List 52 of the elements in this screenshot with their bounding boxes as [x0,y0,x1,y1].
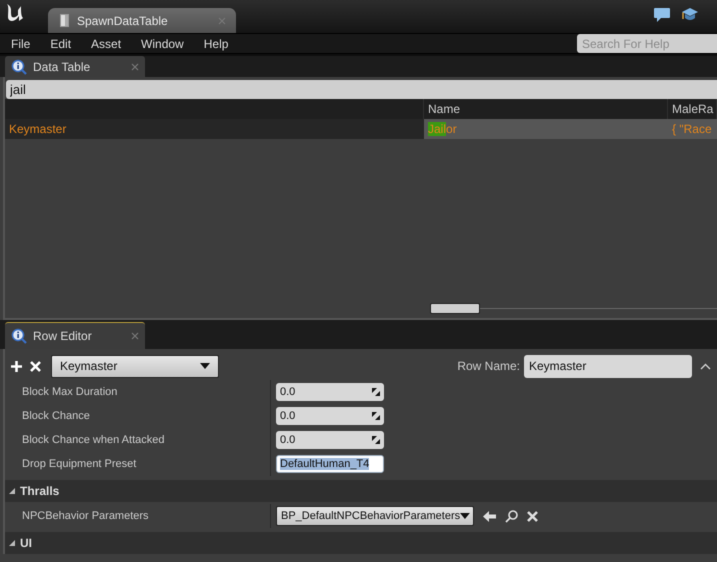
close-icon[interactable] [131,332,139,340]
number-field[interactable]: 0.0 [276,431,384,449]
document-icon [60,14,69,27]
row-name-field[interactable]: Keymaster [524,354,692,378]
table-cell: { "Race [668,119,717,139]
clear-icon[interactable] [527,510,538,522]
table-cell: Jailor [424,119,668,139]
menu-item[interactable]: Help [192,36,238,50]
menu-item[interactable]: Asset [80,36,130,50]
menu-item[interactable]: Edit [39,36,80,50]
property-label: Block Chance when Attacked [22,434,164,446]
expand-icon[interactable] [9,540,15,546]
table-cell: Keymaster [5,119,424,139]
section-header[interactable]: Thralls [20,484,60,498]
number-field[interactable]: 0.0 [276,383,384,401]
number-field[interactable]: 0.0 [276,407,384,425]
row-dropdown[interactable]: Keymaster [51,354,219,378]
column-header[interactable]: Name [424,99,668,119]
resize-icon [372,436,380,444]
info-search-icon [11,328,27,344]
filter-field[interactable]: jail [6,80,717,99]
delete-icon[interactable] [30,360,41,372]
expand-icon[interactable] [9,488,15,494]
chevron-up-icon[interactable] [700,362,711,370]
add-icon[interactable] [11,360,22,372]
arrow-left-icon[interactable] [483,510,496,522]
text-field[interactable]: DefaultHuman_T4 [276,455,384,473]
graduation-cap-icon[interactable] [681,7,699,23]
speech-bubble-icon[interactable] [653,7,671,23]
document-tab[interactable]: SpawnDataTable [48,8,236,33]
panel-tab[interactable]: Row Editor [5,322,145,349]
property-label: Block Max Duration [22,386,118,398]
resize-icon [372,412,380,420]
section-header[interactable]: UI [20,536,32,550]
close-icon[interactable] [131,62,139,70]
asset-dropdown[interactable]: BP_DefaultNPCBehaviorParameters [276,506,474,526]
menu-item[interactable]: File [0,36,40,50]
property-label: Drop Equipment Preset [22,458,136,470]
engine-logo-icon[interactable] [4,2,24,24]
info-search-icon [11,58,27,74]
panel-tab[interactable]: Data Table [5,56,145,77]
search-icon[interactable] [505,510,518,522]
property-label: NPCBehavior Parameters [22,510,149,522]
help-search-field[interactable]: Search For Help [577,34,717,53]
menu-item[interactable]: Window [130,36,193,50]
scrollbar-thumb[interactable] [430,303,480,314]
property-label: Block Chance [22,410,90,422]
caret-icon [200,363,210,369]
caret-icon [460,513,470,519]
resize-icon [372,388,380,396]
column-header[interactable]: MaleRa [668,99,717,119]
row-name-label: Row Name: [457,359,520,373]
